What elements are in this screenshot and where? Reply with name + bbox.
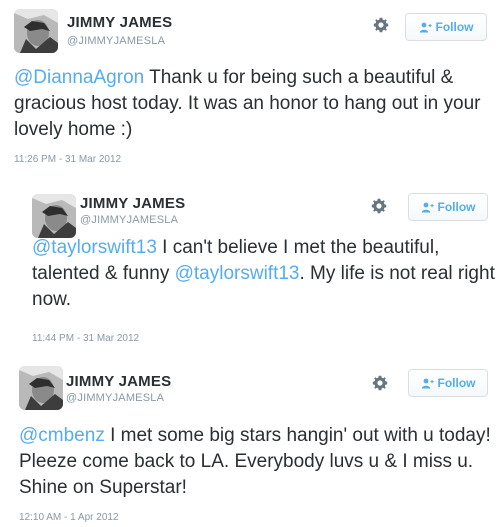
tweet-text: @taylorswift13 I can't believe I met the… [32,235,497,313]
timestamp[interactable]: 11:26 PM - 31 Mar 2012 [14,154,121,165]
timestamp[interactable]: 12:10 AM - 1 Apr 2012 [19,512,119,523]
avatar[interactable] [14,9,58,53]
avatar[interactable] [19,366,63,410]
follow-button[interactable]: Follow [408,193,488,221]
tweet-text: @DiannaAgron Thank u for being such a be… [14,65,494,143]
add-user-icon [421,202,434,213]
add-user-icon [421,378,434,389]
display-name[interactable]: JIMMY JAMES [80,195,185,212]
add-user-icon [419,22,432,33]
gear-icon[interactable] [372,375,388,391]
avatar-image [19,366,63,410]
mention-link[interactable]: @taylorswift13 [175,263,300,284]
mention-link[interactable]: @cmbenz [19,425,105,446]
timestamp[interactable]: 11:44 PM - 31 Mar 2012 [32,333,139,344]
display-name[interactable]: JIMMY JAMES [66,373,171,390]
avatar-image [32,194,76,238]
follow-button[interactable]: Follow [405,13,487,41]
gear-icon[interactable] [373,17,389,33]
follow-button[interactable]: Follow [408,369,488,397]
display-name[interactable]: JIMMY JAMES [67,14,172,31]
user-handle[interactable]: @JIMMYJAMESLA [67,35,165,47]
tweet-text: @cmbenz I met some big stars hangin' out… [19,423,497,501]
avatar-image [14,9,58,53]
gear-icon[interactable] [371,198,387,214]
follow-label: Follow [435,20,474,34]
tweet-card: JIMMY JAMES @JIMMYJAMESLA Follow @cmbenz… [12,358,500,527]
tweet-card: JIMMY JAMES @JIMMYJAMESLA Follow @Dianna… [0,0,500,175]
follow-label: Follow [437,200,476,214]
tweet-card: JIMMY JAMES @JIMMYJAMESLA Follow @taylor… [27,180,500,352]
mention-link[interactable]: @DiannaAgron [14,67,144,88]
mention-link[interactable]: @taylorswift13 [32,237,157,258]
user-handle[interactable]: @JIMMYJAMESLA [66,392,164,404]
user-handle[interactable]: @JIMMYJAMESLA [80,214,178,226]
avatar[interactable] [32,194,76,238]
follow-label: Follow [437,376,476,390]
